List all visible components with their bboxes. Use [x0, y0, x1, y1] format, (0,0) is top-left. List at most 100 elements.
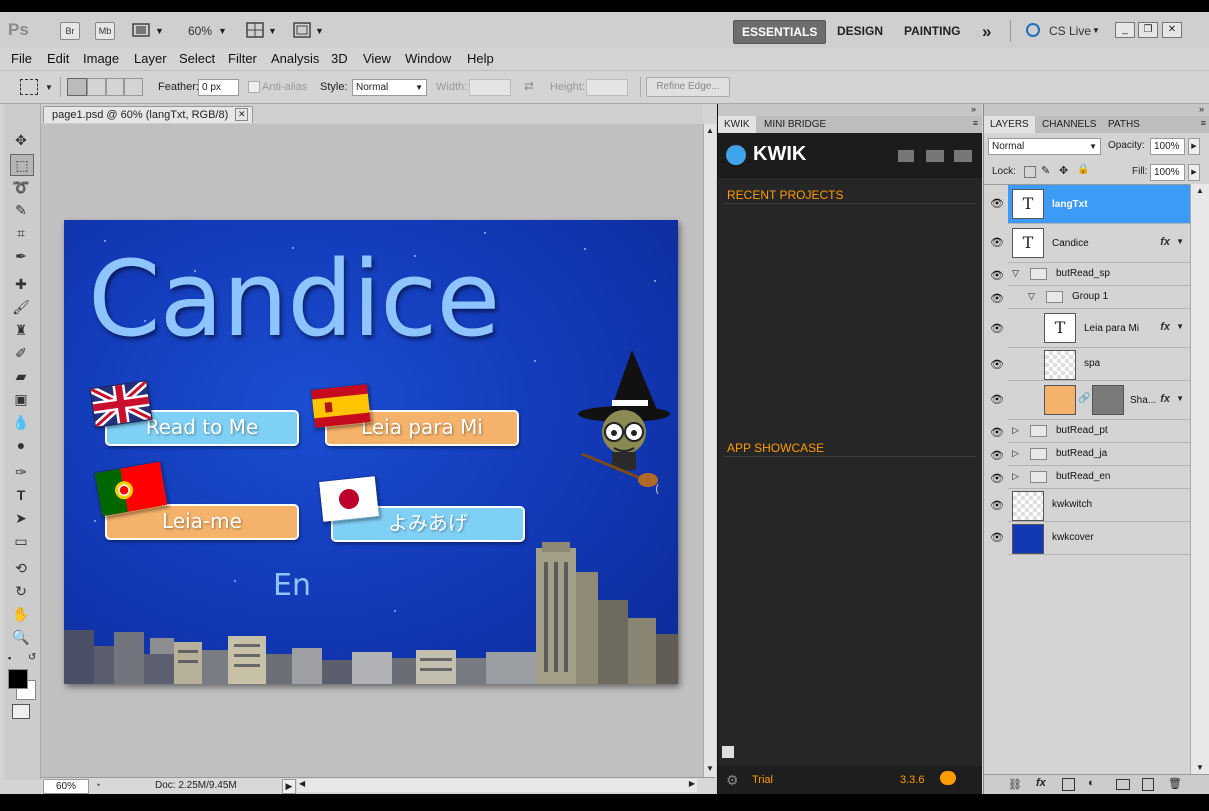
tab-kwik[interactable]: KWIK [718, 116, 756, 133]
eyedropper-tool-icon[interactable]: ✒ [10, 246, 32, 266]
zoom-level[interactable]: 60% [188, 24, 212, 38]
chevron-down-icon[interactable]: ▼ [315, 26, 324, 36]
layer-row[interactable]: kwkwitch [1008, 489, 1190, 522]
tab-channels[interactable]: CHANNELS [1036, 116, 1102, 133]
menu-view[interactable]: View [363, 51, 391, 66]
tab-paths[interactable]: PATHS [1102, 116, 1146, 133]
menu-file[interactable]: File [11, 51, 32, 66]
panel-menu-icon[interactable]: ≡ [973, 118, 978, 128]
new-project-icon[interactable] [898, 150, 914, 162]
menu-edit[interactable]: Edit [47, 51, 69, 66]
minimize-button[interactable]: _ [1115, 22, 1135, 38]
fill-arrow-icon[interactable]: ▶ [1188, 164, 1200, 181]
collapse-panel-icon[interactable]: » [971, 104, 976, 114]
chevron-down-icon[interactable]: ▼ [1092, 26, 1100, 35]
chevron-down-icon[interactable]: ▼ [1176, 322, 1184, 331]
crop-tool-icon[interactable]: ⌗ [10, 223, 32, 243]
width-input[interactable] [469, 79, 511, 96]
new-layer-icon[interactable] [1142, 778, 1154, 791]
publish-icon[interactable] [954, 150, 972, 162]
menu-select[interactable]: Select [179, 51, 215, 66]
chevron-down-icon[interactable]: ▼ [1176, 394, 1184, 403]
kwik-small-icon[interactable] [722, 746, 734, 758]
quick-selection-tool-icon[interactable]: ✎ [10, 200, 32, 220]
visibility-eye-icon[interactable]: 👁 [990, 472, 1004, 485]
restore-button[interactable]: ❐ [1138, 22, 1158, 38]
chevron-down-icon[interactable]: ▼ [155, 26, 164, 36]
3d-orbit-tool-icon[interactable]: ↻ [10, 581, 32, 601]
panel-menu-icon[interactable]: ≡ [1201, 118, 1206, 128]
add-style-icon[interactable]: fx [1036, 777, 1046, 789]
bridge-button[interactable]: Br [60, 22, 80, 40]
layer-row[interactable]: T Candice fx ▼ [1008, 224, 1190, 263]
layer-group-row[interactable]: ▷ butRead_pt [1008, 420, 1190, 443]
lasso-tool-icon[interactable]: ➰ [10, 177, 32, 197]
height-input[interactable] [586, 79, 628, 96]
more-workspaces-icon[interactable]: » [982, 22, 991, 42]
menu-help[interactable]: Help [467, 51, 494, 66]
vertical-scrollbar[interactable]: ▲ ▼ [703, 124, 716, 777]
scroll-down-icon[interactable]: ▼ [1196, 763, 1204, 772]
pen-tool-icon[interactable]: ✑ [10, 462, 32, 482]
visibility-eye-icon[interactable]: 👁 [990, 531, 1004, 544]
tab-mini-bridge[interactable]: MINI BRIDGE [758, 116, 832, 133]
scroll-up-icon[interactable]: ▲ [1196, 186, 1204, 195]
visibility-eye-icon[interactable]: 👁 [990, 197, 1004, 210]
scroll-right-icon[interactable]: ▶ [689, 779, 695, 788]
gear-icon[interactable]: ⚙ [726, 772, 739, 789]
new-group-icon[interactable] [1116, 779, 1130, 790]
lock-transparent-icon[interactable] [1024, 166, 1036, 178]
link-layers-icon[interactable]: ⛓ [1008, 778, 1022, 791]
screen-mode-button[interactable] [293, 22, 311, 41]
visibility-eye-icon[interactable]: 👁 [990, 236, 1004, 249]
refine-edge-button[interactable]: Refine Edge... [646, 77, 730, 97]
layers-scrollbar[interactable]: ▲ ▼ [1190, 184, 1209, 774]
add-to-selection-icon[interactable] [87, 78, 107, 96]
effects-icon[interactable]: fx [1160, 393, 1170, 405]
layer-group-row[interactable]: ▷ butRead_ja [1008, 443, 1190, 466]
menu-image[interactable]: Image [83, 51, 119, 66]
opacity-input[interactable]: 100% [1150, 138, 1185, 155]
layer-group-row[interactable]: ▷ butRead_en [1008, 466, 1190, 489]
blend-mode-select[interactable]: Normal ▼ [988, 138, 1101, 155]
link-icon[interactable]: 🔗 [1078, 393, 1090, 404]
scroll-left-icon[interactable]: ◀ [299, 779, 305, 788]
adjustment-layer-icon[interactable]: ◐ [1088, 777, 1095, 789]
lock-all-icon[interactable]: 🔒 [1077, 164, 1089, 175]
visibility-eye-icon[interactable]: 👁 [990, 426, 1004, 439]
subtract-selection-icon[interactable] [105, 78, 125, 96]
menu-3d[interactable]: 3D [331, 51, 348, 66]
add-mask-icon[interactable] [1062, 778, 1075, 791]
eraser-tool-icon[interactable]: ▰ [10, 366, 32, 386]
lock-position-icon[interactable]: ✥ [1059, 164, 1068, 177]
visibility-eye-icon[interactable]: 👁 [990, 322, 1004, 335]
effects-icon[interactable]: fx [1160, 236, 1170, 248]
visibility-eye-icon[interactable]: 👁 [990, 358, 1004, 371]
layer-group-row[interactable]: ▽ Group 1 [1008, 286, 1190, 309]
feather-input[interactable]: 0 px [198, 79, 239, 96]
chevron-down-icon[interactable]: ▼ [45, 83, 53, 92]
gradient-tool-icon[interactable]: ▣ [10, 389, 32, 409]
default-colors-icon[interactable]: ▪ [8, 653, 11, 663]
blur-tool-icon[interactable]: 💧 [10, 412, 32, 432]
collapsed-triangle-icon[interactable]: ▷ [1012, 448, 1019, 459]
workspace-painting[interactable]: PAINTING [896, 20, 968, 42]
status-info-icon[interactable]: ◔ [95, 780, 100, 790]
tab-layers[interactable]: LAYERS [984, 116, 1035, 133]
healing-brush-tool-icon[interactable]: ✚ [10, 274, 32, 294]
move-tool-icon[interactable]: ✥ [10, 130, 32, 150]
collapsed-triangle-icon[interactable]: ▷ [1012, 425, 1019, 436]
scroll-up-icon[interactable]: ▲ [706, 126, 714, 135]
dodge-tool-icon[interactable]: ● [10, 435, 32, 455]
visibility-eye-icon[interactable]: 👁 [990, 292, 1004, 305]
style-select[interactable]: Normal ▼ [352, 79, 427, 96]
history-brush-tool-icon[interactable]: ✐ [10, 343, 32, 363]
type-tool-icon[interactable]: T [10, 485, 32, 505]
trash-icon[interactable]: 🗑 [1168, 777, 1182, 790]
clone-stamp-tool-icon[interactable]: ♜ [10, 320, 32, 340]
chevron-down-icon[interactable]: ▼ [268, 26, 277, 36]
collapse-panel-icon[interactable]: » [1199, 104, 1204, 114]
intersect-selection-icon[interactable] [123, 78, 143, 96]
layer-row[interactable]: spa [1008, 348, 1190, 381]
menu-layer[interactable]: Layer [134, 51, 167, 66]
